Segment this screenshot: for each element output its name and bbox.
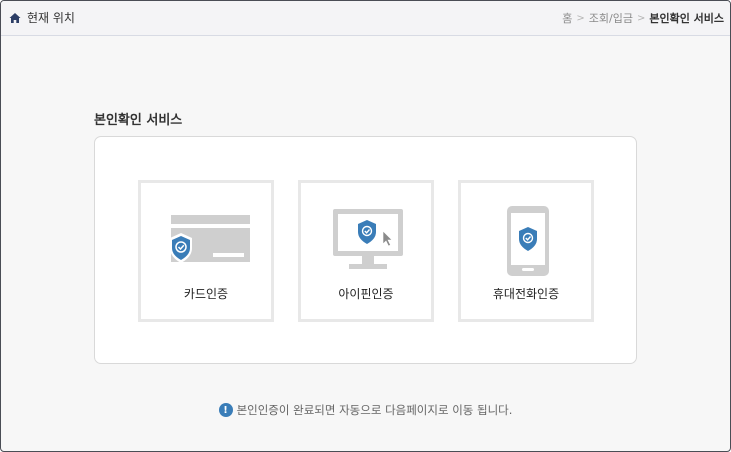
option-label: 카드인증 bbox=[183, 287, 229, 301]
option-label: 아이핀인증 bbox=[338, 287, 394, 301]
home-icon bbox=[9, 12, 21, 23]
current-location: 현재 위치 bbox=[9, 9, 75, 26]
location-bar: 현재 위치 홈 > 조회/입금 > 본인확인 서비스 bbox=[1, 1, 730, 36]
location-label: 현재 위치 bbox=[27, 11, 75, 25]
option-label: 휴대전화인증 bbox=[492, 287, 560, 301]
breadcrumb-current: 본인확인 서비스 bbox=[649, 12, 724, 25]
ipin-auth-option[interactable]: 아이핀인증 bbox=[298, 180, 434, 322]
redirect-notice: ! 본인인증이 완료되면 자동으로 다음페이지로 이동 됩니다. bbox=[1, 402, 730, 418]
breadcrumb-parent[interactable]: 조회/입금 bbox=[589, 10, 633, 26]
monitor-shield-icon bbox=[333, 209, 403, 269]
info-icon: ! bbox=[218, 403, 233, 417]
breadcrumb-separator: > bbox=[576, 12, 585, 24]
notice-text: 본인인증이 완료되면 자동으로 다음페이지로 이동 됩니다. bbox=[236, 403, 513, 417]
mobile-phone-shield-icon bbox=[507, 206, 549, 276]
breadcrumb-separator: > bbox=[636, 12, 646, 24]
credit-card-shield-icon bbox=[170, 215, 250, 263]
mobile-auth-option[interactable]: 휴대전화인증 bbox=[458, 180, 594, 322]
app-window: 현재 위치 홈 > 조회/입금 > 본인확인 서비스 본인확인 서비스 카드인증 bbox=[0, 0, 731, 452]
section-title: 본인확인 서비스 bbox=[94, 113, 183, 128]
breadcrumb: 홈 > 조회/입금 > 본인확인 서비스 bbox=[562, 10, 724, 26]
card-auth-option[interactable]: 카드인증 bbox=[138, 180, 274, 322]
breadcrumb-home[interactable]: 홈 bbox=[562, 10, 572, 26]
verification-options-panel: 카드인증 아이핀인증 휴대전화인증 bbox=[94, 136, 637, 364]
